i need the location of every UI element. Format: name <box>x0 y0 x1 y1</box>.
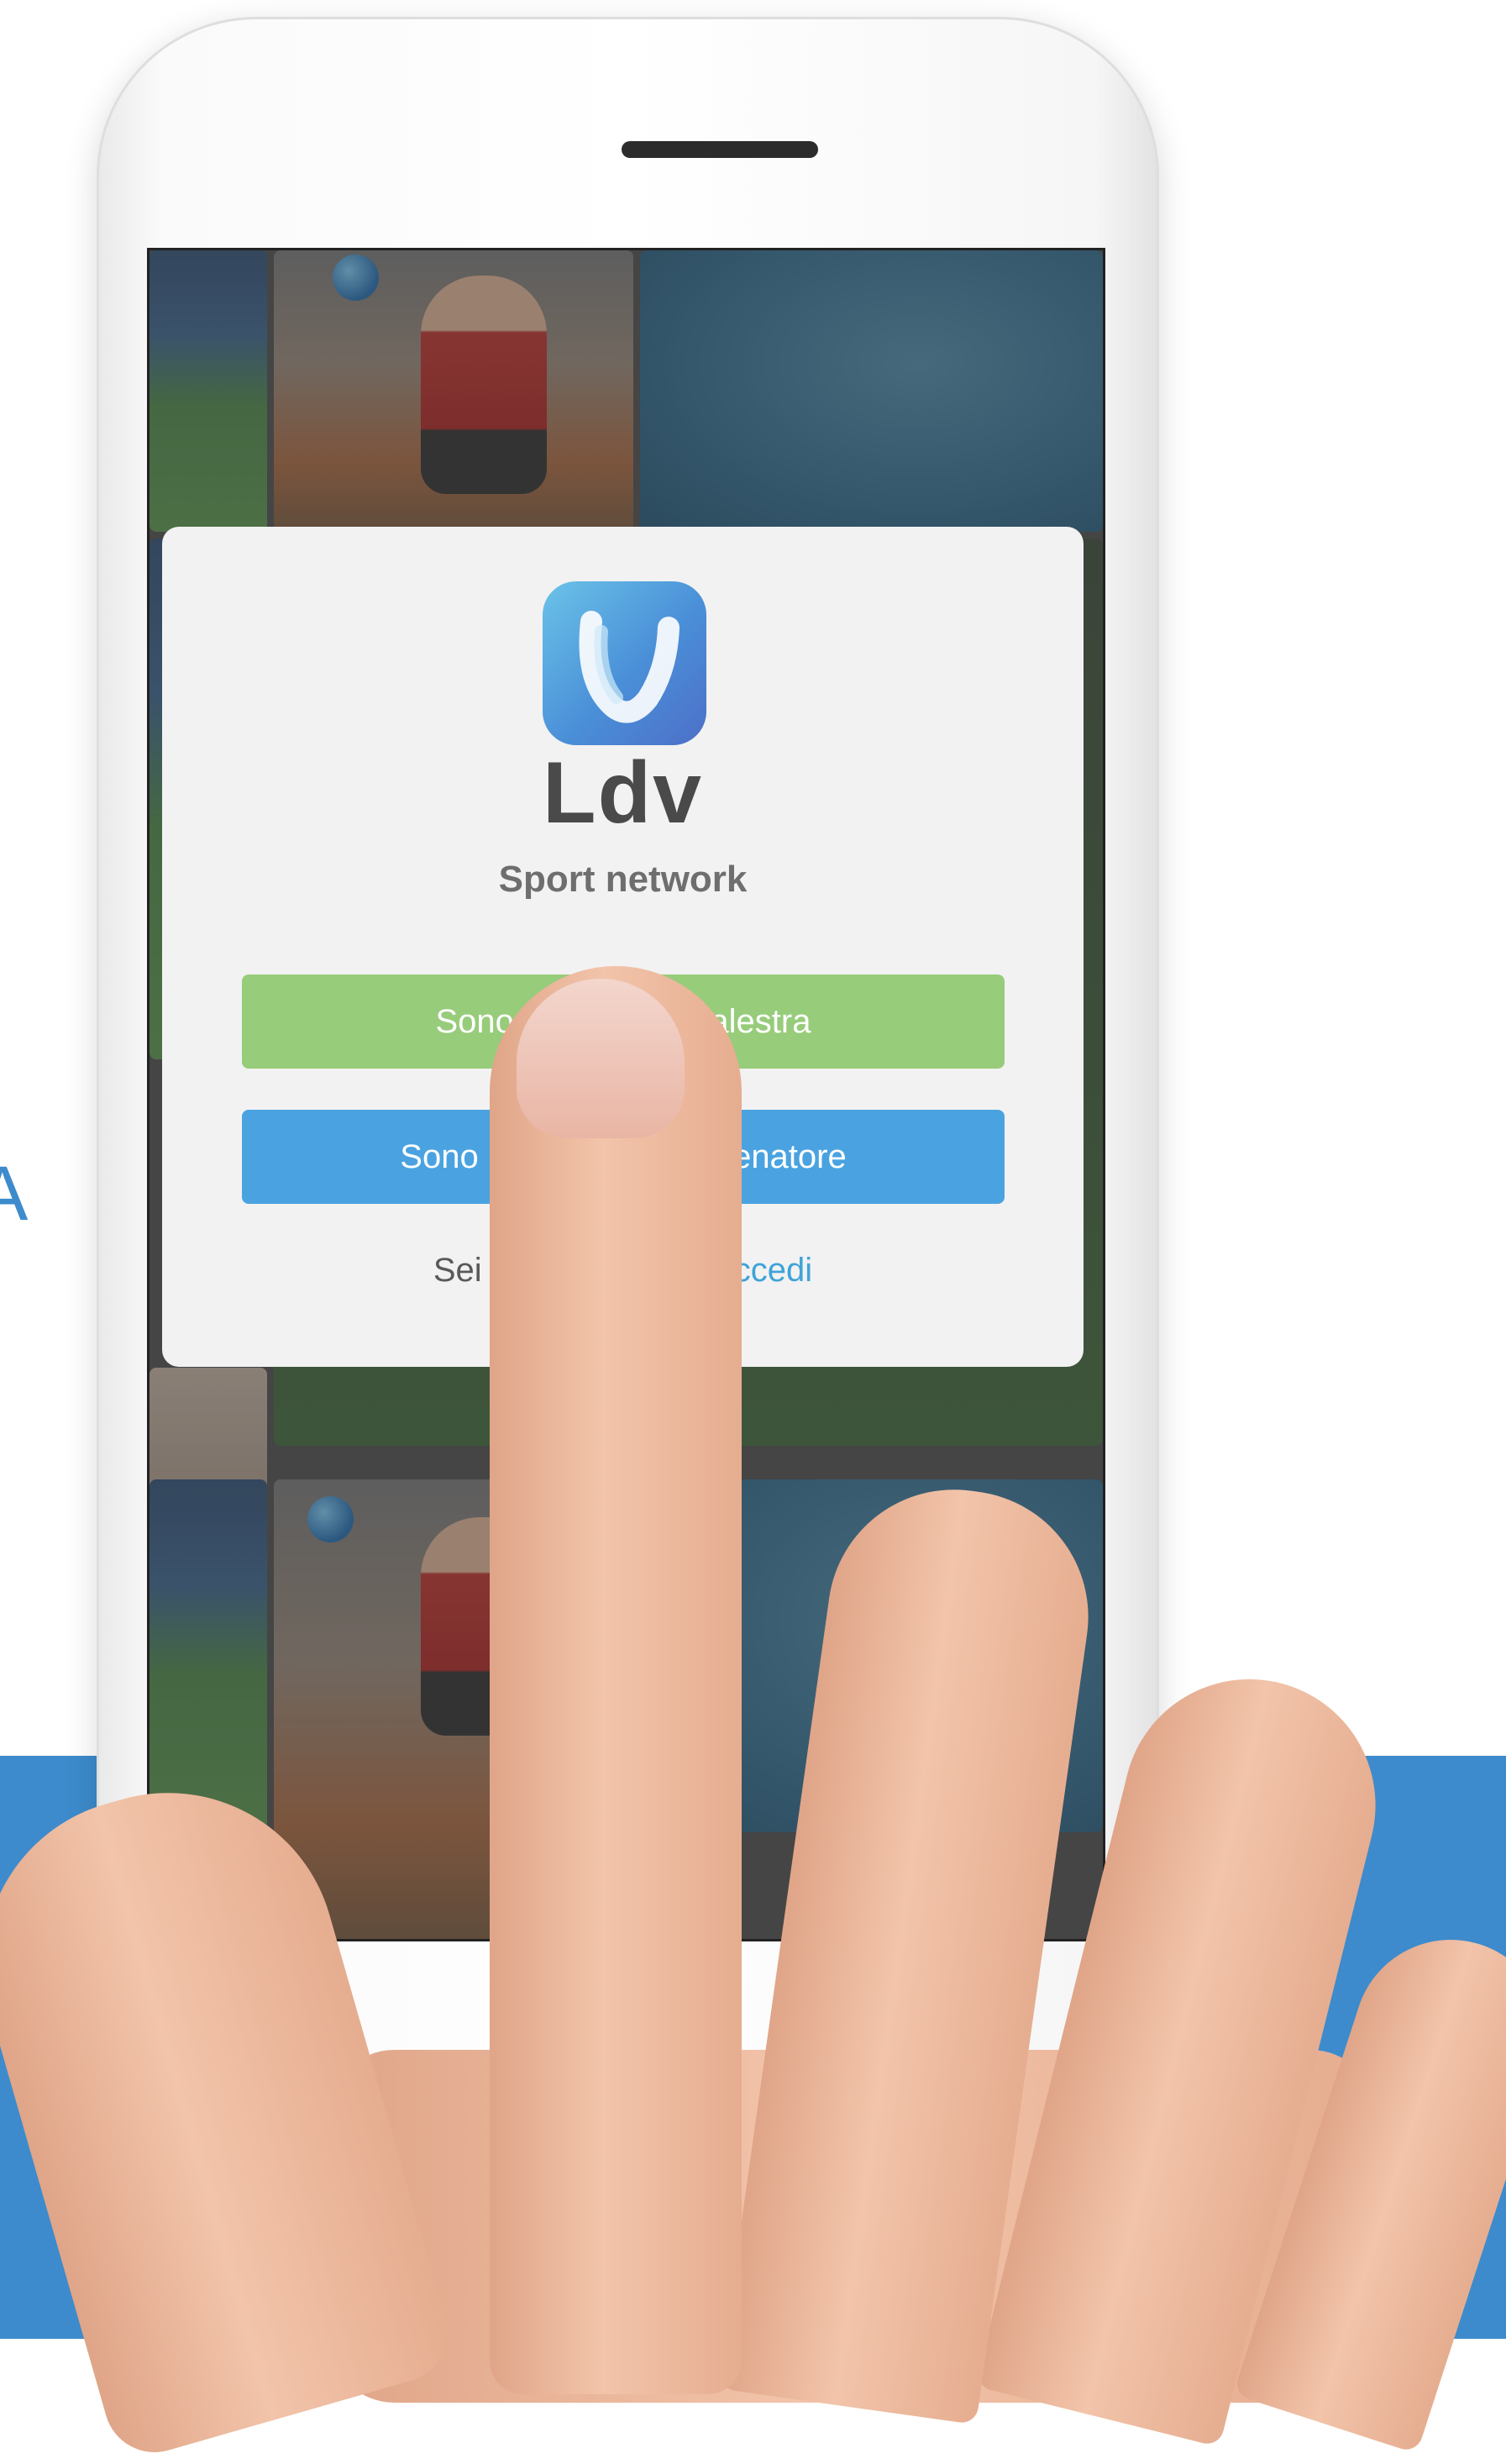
phone-speaker <box>622 141 818 158</box>
hand-index-finger <box>490 966 742 2394</box>
side-letter: A <box>0 1151 29 1237</box>
app-logo-icon <box>543 581 706 745</box>
brand-tagline: Sport network <box>498 859 748 900</box>
brand-name: Ldv <box>543 744 703 842</box>
index-fingernail <box>517 979 685 1138</box>
